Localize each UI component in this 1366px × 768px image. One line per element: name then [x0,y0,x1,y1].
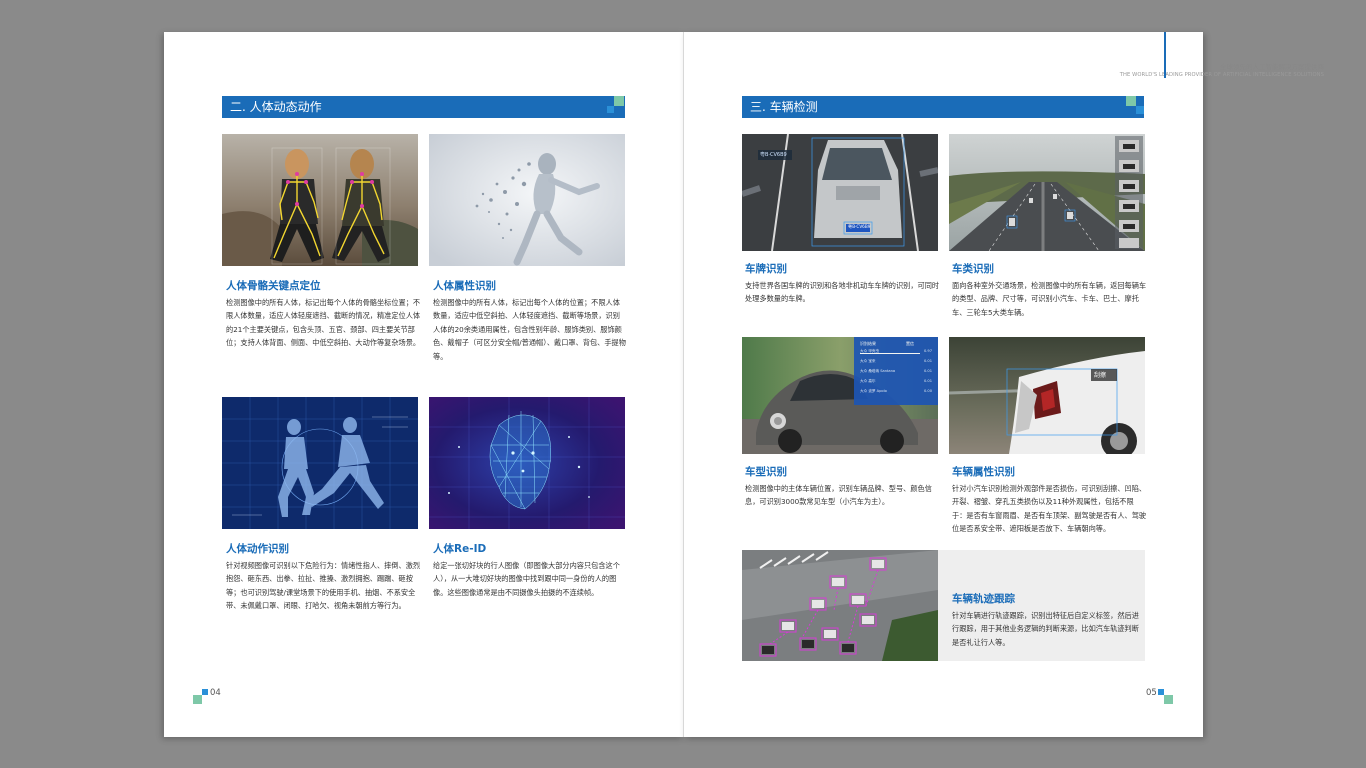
panel-row-score: 0.01 [924,359,933,363]
item-title-plate-recognition: 车牌识别 [745,263,787,275]
item-text-reid: 给定一张切好块的行人图像（即图像大部分内容只包含这个人），从一大堆切好块的图像中… [433,561,620,597]
reid-face-mesh-photo [429,397,625,529]
item-text-car-model: 检测图像中的主体车辆位置，识别车辆品牌、型号、颜色信息，可识别3000款常见车型… [745,484,932,507]
item-text-vehicle-tracking: 针对车辆进行轨迹跟踪，识别出特征后自定义标签，然后进行跟踪，用于其他业务逻辑的判… [952,611,1139,647]
item-title-car-model: 车型识别 [745,466,787,478]
item-text-plate-recognition: 支持世界各国车牌的识别和各地非机动车车牌的识别，可同时处理多数量的车牌。 [745,281,940,304]
header-slogan-cn: 全球领先的人工智能解决方案提供商 [1220,63,1324,71]
plate-recognition-label: 粤B·CV6B9 [760,152,787,158]
decor-square [607,106,614,113]
header-accent-line [1164,32,1166,78]
panel-row-score: 0.01 [924,369,933,373]
item-text-vehicle-classification: 面向各种室外交通场景，检测图像中的所有车辆，返回每辆车的类型、品牌、尺寸等，可识… [952,281,1147,317]
item-title-human-attributes: 人体属性识别 [433,280,496,292]
vehicle-tracking-photo [742,550,938,661]
car-model-photo: 识别结果 置信 大众 甲壳虫 0.97 大众 宝来 0.01 大众 桑塔纳 Sa… [742,337,938,454]
action-recognition-photo [222,397,418,529]
panel-header-result: 识别结果 [860,341,876,346]
panel-row-score: 0.97 [924,349,933,353]
item-title-skeleton-keypoints: 人体骨骼关键点定位 [226,280,321,292]
section-title-bar-right: 三. 车辆检测 [742,96,1144,118]
decor-square [1126,96,1136,106]
decor-square [1164,695,1173,704]
panel-row-name: 大众 甲壳虫 [860,349,880,353]
item-text-skeleton-keypoints: 检测图像中的所有人体，标记出每个人体的骨骼坐标位置；不限人体数量，适应人体轻度遮… [226,298,421,348]
book-spine [683,32,684,737]
header-slogan-en: THE WORLD'S LEADING PROVIDER OF ARTIFICI… [1119,72,1324,78]
panel-row-score: 0.01 [924,379,933,383]
item-title-vehicle-classification: 车类识别 [952,263,994,275]
panel-row-name: 大众 宝来 [860,359,876,363]
section-title-bar: 二. 人体动态动作 [222,96,625,118]
skeleton-keypoints-photo [222,134,418,266]
item-title-reid: 人体Re-ID [433,543,487,555]
panel-row-name: 大众 桑塔纳 Santana [860,369,896,373]
item-text-vehicle-attributes: 针对小汽车识别检测外观部件是否损伤，可识别刮擦、凹陷、开裂、褶皱、穿孔五类损伤以… [952,484,1147,534]
item-text-action-recognition: 针对视频图像可识别以下危险行为：情绪性指人、摔倒、激烈抱怨、砸东西、出拳、拉扯、… [226,561,421,611]
panel-header-confidence: 置信 [906,341,914,346]
decor-square [193,695,202,704]
panel-row-score: 0.00 [924,389,933,393]
human-attribute-photo [429,134,625,266]
item-title-action-recognition: 人体动作识别 [226,543,289,555]
car-model-results-panel: 识别结果 置信 大众 甲壳虫 0.97 大众 宝来 0.01 大众 桑塔纳 Sa… [854,337,938,405]
page-number-right: 05 [1146,688,1157,698]
page-number-left: 04 [210,688,221,698]
vehicle-damage-photo: 刮擦 [949,337,1145,454]
panel-row-name: 大众 波罗 Apolo [860,389,887,393]
decor-square [202,689,208,695]
panel-row-name: 大众 高尔 [860,379,876,383]
item-title-vehicle-tracking: 车辆轨迹跟踪 [952,593,1015,605]
item-text-human-attributes: 检测图像中的所有人体，标记出每个人体的位置；不限人体数量，适应中低空斜拍、人体轻… [433,298,626,361]
decor-square [614,96,624,106]
license-plate-photo: 粤B·CV6B9 粤B·CV6B9 [742,134,938,251]
decor-square [1136,106,1144,114]
vehicle-classification-photo [949,134,1145,251]
item-title-vehicle-attributes: 车辆属性识别 [952,466,1015,478]
damage-label: 刮擦 [1094,372,1107,379]
plate-text: 粤B·CV6B9 [848,224,871,229]
